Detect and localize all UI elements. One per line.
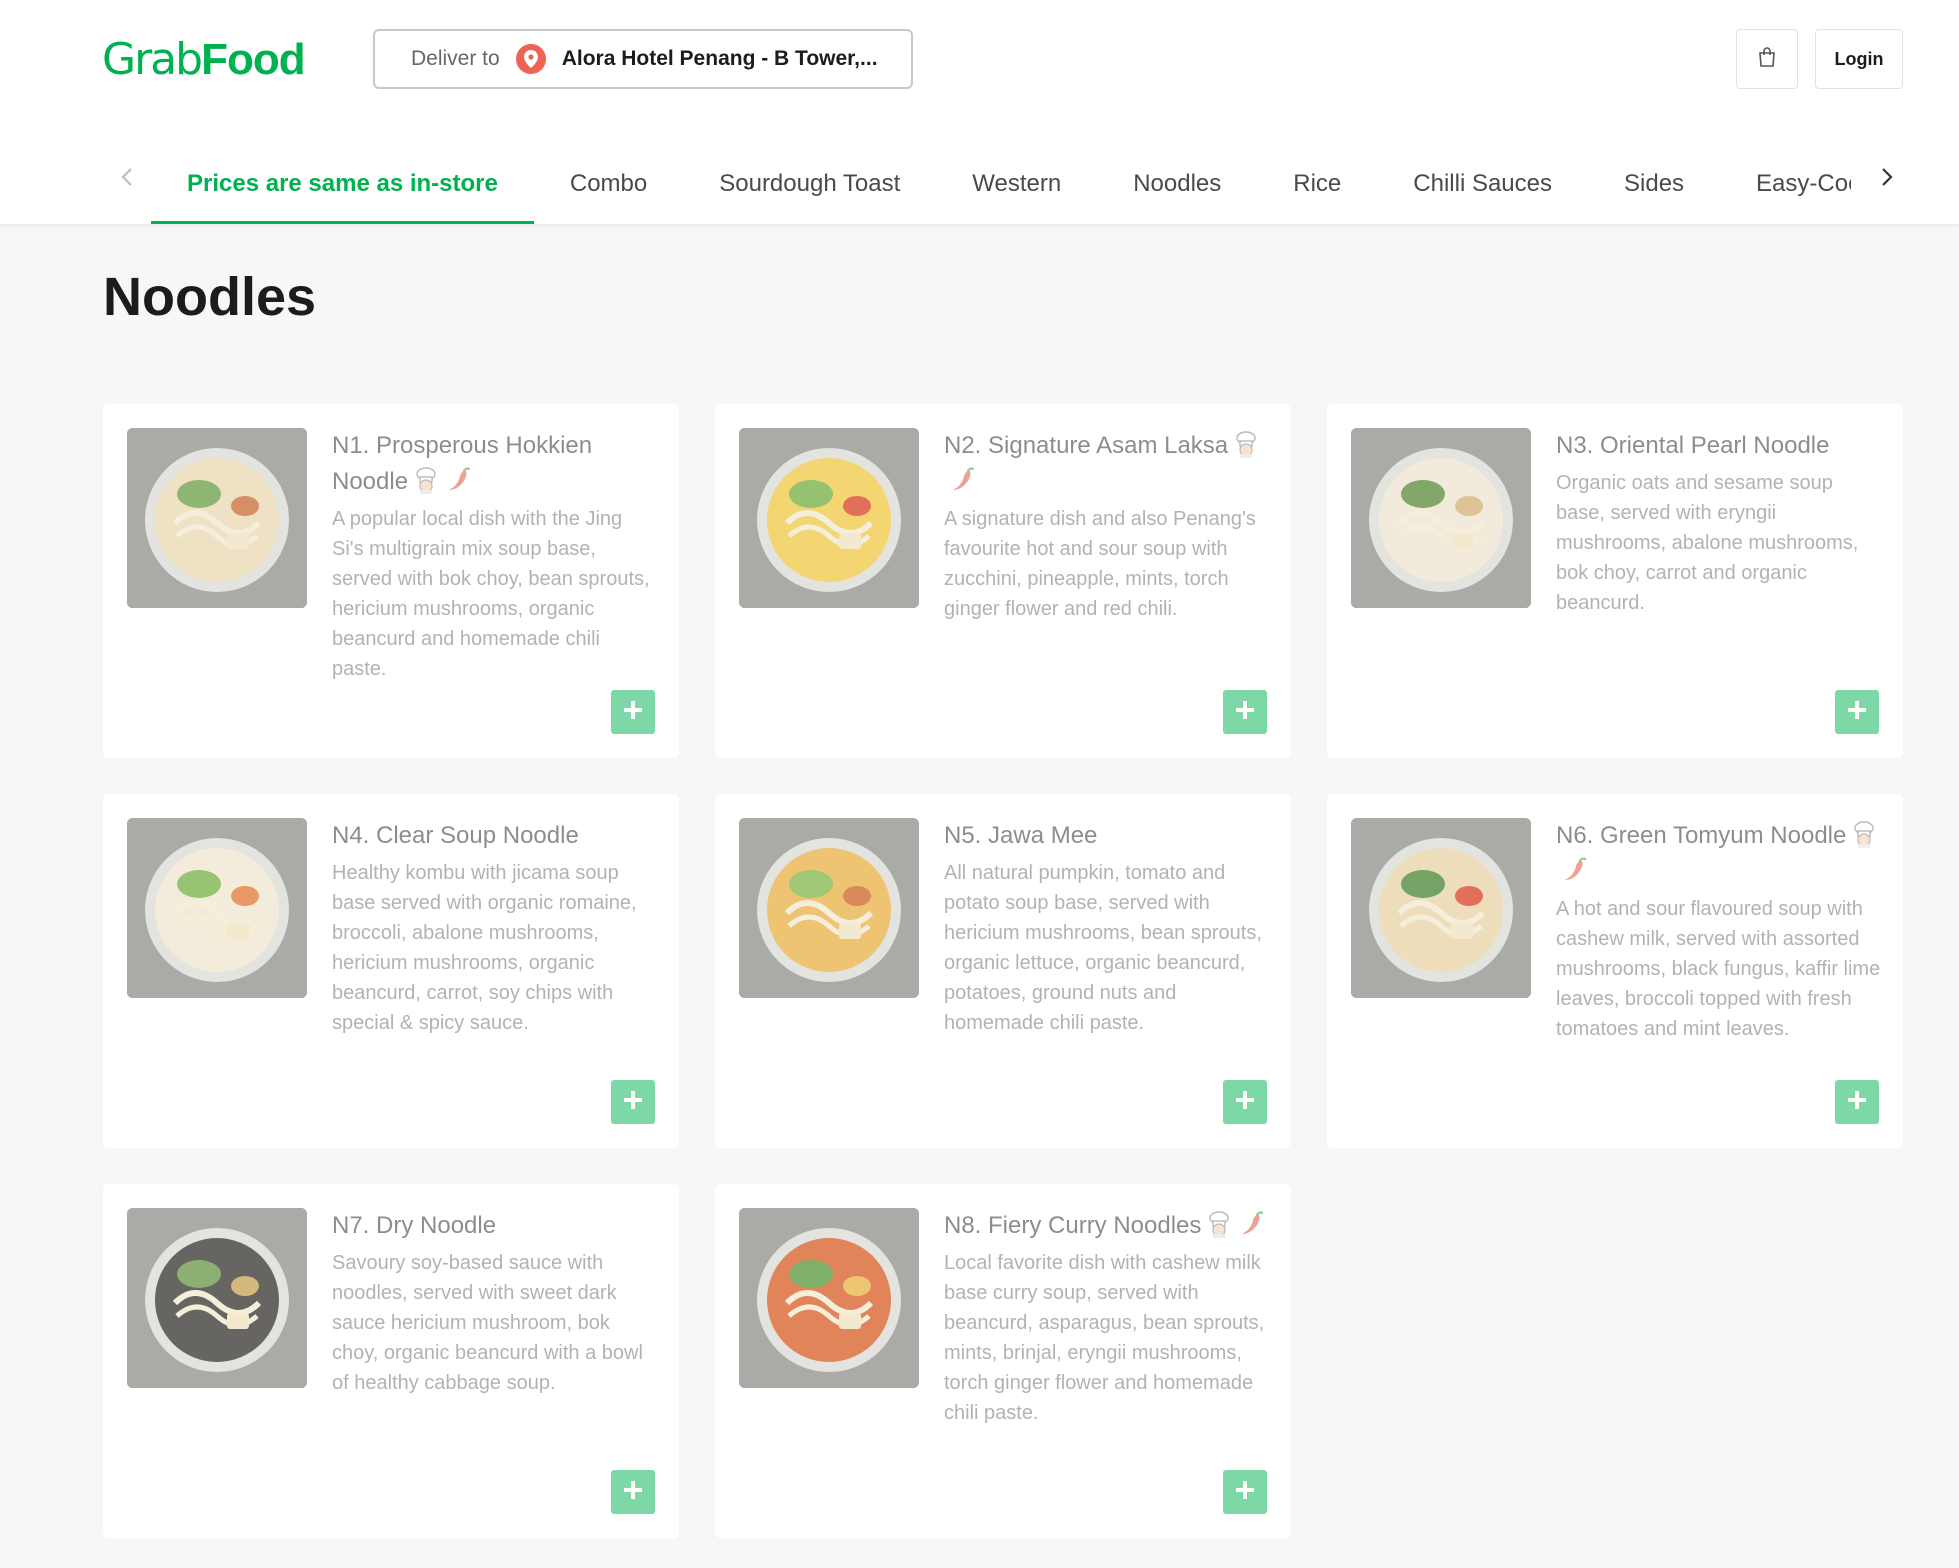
- item-name: N7. Dry Noodle: [332, 1208, 657, 1244]
- item-info: N2. Signature Asam Laksa A signature dish…: [944, 428, 1269, 624]
- tab-sourdough-toast[interactable]: Sourdough Toast: [683, 150, 936, 224]
- tab-chilli-sauces[interactable]: Chilli Sauces: [1377, 150, 1588, 224]
- item-info: N5. Jawa Mee All natural pumpkin, tomato …: [944, 818, 1269, 1038]
- item-name-text: N3. Oriental Pearl Noodle: [1556, 432, 1830, 459]
- cart-button[interactable]: [1736, 29, 1798, 89]
- menu-item-card[interactable]: N7. Dry Noodle Savoury soy-based sauce wi…: [103, 1184, 679, 1538]
- tabs-scroll-right-button[interactable]: [1872, 164, 1902, 194]
- item-description: Organic oats and sesame soup base, serve…: [1556, 472, 1859, 614]
- deliver-to-button[interactable]: Deliver to Alora Hotel Penang - B Tower,…: [373, 29, 913, 89]
- item-name-text: N6. Green Tomyum Noodle: [1556, 822, 1847, 849]
- add-item-button[interactable]: [1835, 690, 1879, 734]
- plus-icon: [1234, 1479, 1256, 1506]
- plus-icon: [622, 699, 644, 726]
- item-name-text: N5. Jawa Mee: [944, 822, 1098, 849]
- dish-photo[interactable]: [1351, 818, 1531, 998]
- item-description: Local favorite dish with cashew milk bas…: [944, 1252, 1265, 1424]
- grabfood-logo[interactable]: GrabFood: [102, 34, 306, 86]
- item-name: N6. Green Tomyum Noodle: [1556, 818, 1881, 890]
- chevron-right-icon: [1880, 167, 1894, 192]
- tab-western[interactable]: Western: [936, 150, 1097, 224]
- item-name: N4. Clear Soup Noodle: [332, 818, 657, 854]
- item-info: N8. Fiery Curry Noodles Local favorite di…: [944, 1208, 1269, 1428]
- shopping-bag-icon: [1756, 46, 1778, 73]
- item-info: N1. Prosperous Hokkien Noodle A popular l…: [332, 428, 657, 684]
- delivery-address: Alora Hotel Penang - B Tower,...: [561, 47, 878, 70]
- chef-icon: [1209, 1211, 1230, 1238]
- add-item-button[interactable]: [1223, 1470, 1267, 1514]
- item-info: N6. Green Tomyum Noodle A hot and sour fl…: [1556, 818, 1881, 1044]
- login-button[interactable]: Login: [1815, 29, 1903, 89]
- add-item-button[interactable]: [611, 1470, 655, 1514]
- tab-sides[interactable]: Sides: [1588, 150, 1720, 224]
- item-description: A hot and sour flavoured soup with cashe…: [1556, 898, 1881, 1040]
- tab-rice[interactable]: Rice: [1257, 150, 1377, 224]
- tab-easy-cook[interactable]: Easy-Coo: [1720, 150, 1851, 224]
- item-name: N3. Oriental Pearl Noodle: [1556, 428, 1881, 464]
- plus-icon: [622, 1479, 644, 1506]
- chili-icon: [953, 467, 975, 490]
- chili-icon: [1242, 1211, 1264, 1234]
- tab-noodles[interactable]: Noodles: [1097, 150, 1257, 224]
- chevron-left-icon: [120, 167, 134, 192]
- item-info: N3. Oriental Pearl Noodle Organic oats an…: [1556, 428, 1881, 618]
- add-item-button[interactable]: [611, 1080, 655, 1124]
- menu-item-card[interactable]: N5. Jawa Mee All natural pumpkin, tomato …: [715, 794, 1291, 1148]
- plus-icon: [1234, 699, 1256, 726]
- top-bar: GrabFood Deliver to Alora Hotel Penang -…: [0, 0, 1959, 224]
- item-description: All natural pumpkin, tomato and potato s…: [944, 862, 1262, 1034]
- chili-icon: [449, 467, 471, 490]
- menu-item-card[interactable]: N6. Green Tomyum Noodle A hot and sour fl…: [1327, 794, 1903, 1148]
- item-name: N1. Prosperous Hokkien Noodle: [332, 428, 657, 500]
- add-item-button[interactable]: [1223, 690, 1267, 734]
- chef-icon: [416, 467, 436, 494]
- tab-prices-same-as-in-store[interactable]: Prices are same as in-store: [151, 150, 534, 224]
- plus-icon: [622, 1089, 644, 1116]
- item-description: A popular local dish with the Jing Si's …: [332, 508, 650, 680]
- dish-photo[interactable]: [739, 818, 919, 998]
- dish-photo[interactable]: [127, 818, 307, 998]
- category-tabs: Prices are same as in-store Combo Sourdoug…: [102, 150, 1902, 224]
- item-description: Savoury soy-based sauce with noodles, se…: [332, 1252, 643, 1394]
- dish-photo[interactable]: [127, 1208, 307, 1388]
- item-description: A signature dish and also Penang's favou…: [944, 508, 1256, 620]
- item-name-text: N4. Clear Soup Noodle: [332, 822, 579, 849]
- item-name: N2. Signature Asam Laksa: [944, 428, 1269, 500]
- deliver-to-label: Deliver to: [411, 47, 500, 70]
- plus-icon: [1846, 699, 1868, 726]
- location-pin-icon: [515, 44, 546, 74]
- menu-item-card[interactable]: N1. Prosperous Hokkien Noodle A popular l…: [103, 404, 679, 758]
- item-info: N7. Dry Noodle Savoury soy-based sauce wi…: [332, 1208, 657, 1398]
- menu-item-card[interactable]: N4. Clear Soup Noodle Healthy kombu with …: [103, 794, 679, 1148]
- dish-photo[interactable]: [739, 428, 919, 608]
- chef-icon: [1236, 431, 1256, 458]
- dish-photo[interactable]: [739, 1208, 919, 1388]
- menu-item-card[interactable]: N2. Signature Asam Laksa A signature dish…: [715, 404, 1291, 758]
- plus-icon: [1846, 1089, 1868, 1116]
- item-name-text: N8. Fiery Curry Noodles: [944, 1212, 1202, 1239]
- item-info: N4. Clear Soup Noodle Healthy kombu with …: [332, 818, 657, 1038]
- tab-combo[interactable]: Combo: [534, 150, 683, 224]
- item-description: Healthy kombu with jicama soup base serv…: [332, 862, 637, 1034]
- tab-list: Prices are same as in-store Combo Sourdoug…: [151, 150, 1851, 224]
- item-name: N5. Jawa Mee: [944, 818, 1269, 854]
- section-title: Noodles: [103, 267, 317, 327]
- menu-item-card[interactable]: N3. Oriental Pearl Noodle Organic oats an…: [1327, 404, 1903, 758]
- item-name: N8. Fiery Curry Noodles: [944, 1208, 1269, 1244]
- menu-item-card[interactable]: N8. Fiery Curry Noodles Local favorite di…: [715, 1184, 1291, 1538]
- dish-photo[interactable]: [127, 428, 307, 608]
- tabs-scroll-left-button[interactable]: [112, 164, 142, 194]
- dish-photo[interactable]: [1351, 428, 1531, 608]
- chef-icon: [1854, 821, 1875, 848]
- item-name-text: N7. Dry Noodle: [332, 1212, 497, 1239]
- add-item-button[interactable]: [1835, 1080, 1879, 1124]
- item-name-text: N2. Signature Asam Laksa: [944, 432, 1229, 459]
- add-item-button[interactable]: [611, 690, 655, 734]
- add-item-button[interactable]: [1223, 1080, 1267, 1124]
- chili-icon: [1565, 857, 1587, 880]
- plus-icon: [1234, 1089, 1256, 1116]
